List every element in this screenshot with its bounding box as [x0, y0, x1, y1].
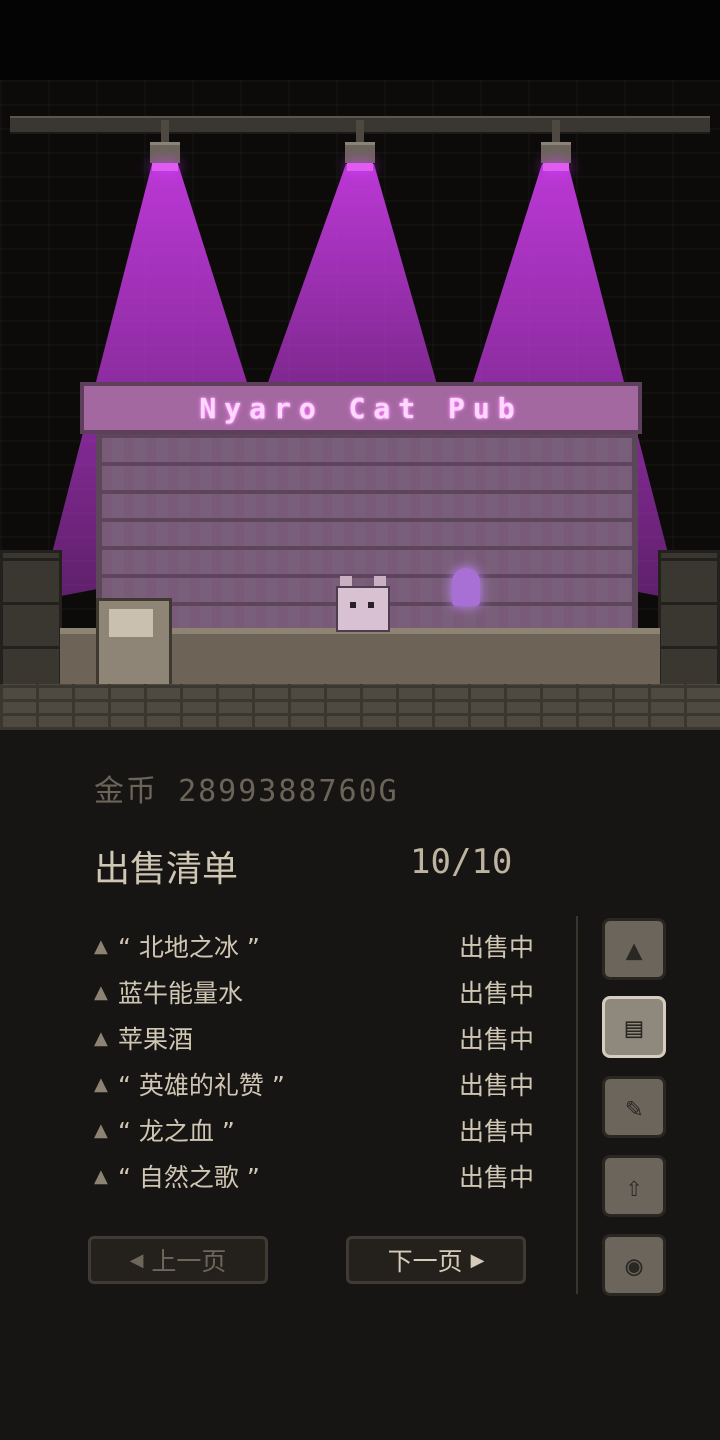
next-page-label: 下一页 — [387, 1247, 463, 1276]
sale-list-title: 出售清单 — [94, 849, 239, 890]
sale-item[interactable]: ▲ “ 英雄的礼赞 ” 出售中 — [94, 1064, 534, 1104]
tab-record-button[interactable]: ◉ — [602, 1234, 666, 1296]
prev-page-label: 上一页 — [151, 1247, 227, 1276]
sale-item-status: 出售中 — [458, 979, 534, 1008]
sale-item-status: 出售中 — [458, 1163, 534, 1192]
sale-item[interactable]: ▲ 蓝牛能量水 出售中 — [94, 972, 534, 1012]
tab-upgrade-button[interactable]: ⇧ — [602, 1155, 666, 1217]
gold-value: 28993887​60G — [178, 774, 399, 809]
stone-floor — [0, 684, 720, 730]
triangle-tab-icon: ▲ — [625, 932, 643, 966]
tab-list-button[interactable]: ▤ — [602, 996, 666, 1058]
upgrade-tab-icon: ⇧ — [625, 1169, 643, 1203]
crate-stack-left — [0, 550, 62, 696]
tab-scroll-button[interactable]: ✎ — [602, 1076, 666, 1138]
spotlight-lamp — [541, 120, 571, 171]
sale-item-name: “ 自然之歌 ” — [118, 1163, 260, 1192]
sale-item[interactable]: ▲ “ 北地之冰 ” 出售中 — [94, 926, 534, 966]
sale-item-status: 出售中 — [458, 933, 534, 962]
next-page-button[interactable]: 下一页 ▶ — [346, 1236, 526, 1284]
list-tab-icon: ▤ — [625, 1010, 643, 1044]
spotlight-lamp — [345, 120, 375, 171]
up-arrow-icon: ▲ — [94, 1073, 108, 1095]
scroll-tab-icon: ✎ — [625, 1090, 643, 1124]
sale-item[interactable]: ▲ “ 自然之歌 ” 出售中 — [94, 1156, 534, 1196]
divider — [576, 916, 578, 1294]
sale-item-name: “ 英雄的礼赞 ” — [118, 1071, 285, 1100]
prev-page-button[interactable]: ◀ 上一页 — [88, 1236, 268, 1284]
sale-item-status: 出售中 — [458, 1071, 534, 1100]
gold-display: 金币 28993887​60G — [94, 766, 399, 810]
up-arrow-icon: ▲ — [94, 981, 108, 1003]
sale-item-name: “ 北地之冰 ” — [118, 933, 260, 962]
sale-item-name: “ 龙之血 ” — [118, 1117, 235, 1146]
triangle-left-icon: ◀ — [129, 1249, 144, 1271]
sale-item[interactable]: ▲ “ 龙之血 ” 出售中 — [94, 1110, 534, 1150]
crate-stack-right — [658, 550, 720, 696]
up-arrow-icon: ▲ — [94, 1119, 108, 1141]
up-arrow-icon: ▲ — [94, 1165, 108, 1187]
sale-item-name: 苹果酒 — [118, 1025, 194, 1054]
up-arrow-icon: ▲ — [94, 935, 108, 957]
pub-sign-text: Nyaro Cat Pub — [199, 391, 523, 425]
sale-list-counter: 10/10 — [410, 842, 513, 882]
sale-item-status: 出售中 — [458, 1117, 534, 1146]
triangle-right-icon: ▶ — [470, 1249, 485, 1271]
tab-triangle-button[interactable]: ▲ — [602, 918, 666, 980]
sale-item-status: 出售中 — [458, 1025, 534, 1054]
up-arrow-icon: ▲ — [94, 1027, 108, 1049]
gold-label: 金币 — [94, 774, 158, 809]
pub-sign: Nyaro Cat Pub — [80, 382, 642, 434]
sale-item-name: 蓝牛能量水 — [118, 979, 244, 1008]
pub-scene: Nyaro Cat Pub — [0, 80, 720, 730]
register-machine — [96, 598, 172, 688]
spotlight-lamp — [150, 120, 180, 171]
cat-bartender[interactable] — [336, 576, 390, 632]
record-tab-icon: ◉ — [625, 1248, 643, 1282]
sale-item[interactable]: ▲ 苹果酒 出售中 — [94, 1018, 534, 1058]
purple-lamp — [452, 568, 480, 606]
